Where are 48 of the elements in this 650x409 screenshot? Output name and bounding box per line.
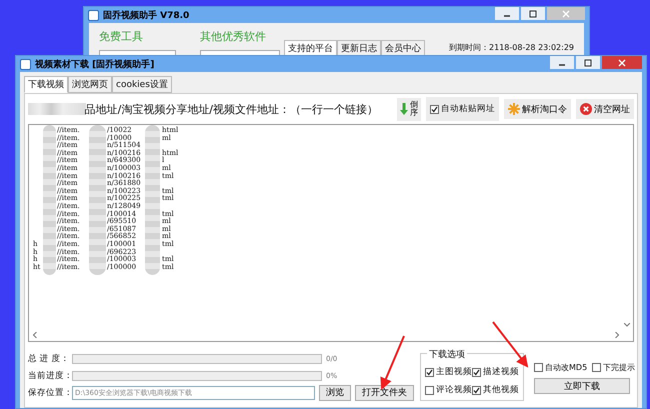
url-text-area[interactable] [28, 124, 634, 342]
section-heading: 免费工具 [99, 29, 144, 44]
reverse-button[interactable]: 倒序 [397, 98, 421, 120]
checkmark-icon [473, 386, 480, 394]
checkmark-icon [431, 106, 438, 112]
option-checkbox[interactable]: 下完提示 [592, 362, 636, 373]
maximize-button[interactable] [576, 56, 600, 69]
open-folder-button[interactable]: 打开文件夹 [355, 384, 414, 400]
sun-icon [508, 103, 520, 115]
tab[interactable]: cookies设置 [112, 76, 172, 93]
maximize-icon [529, 10, 537, 18]
blurred-text [28, 103, 86, 115]
tab[interactable]: 浏览网页 [68, 76, 112, 93]
window-title: 固乔视频助手 V78.0 [103, 9, 190, 22]
progress-label: 总 进 度： [28, 352, 68, 364]
save-label: 保存位置： [28, 386, 68, 398]
close-icon [618, 58, 626, 66]
window-title: 视频素材下载 [固乔视频助手] [35, 58, 154, 70]
scroll-down-icon [624, 323, 630, 327]
option-checkbox[interactable]: 描述视频 [472, 366, 519, 378]
annotation-arrow [492, 321, 528, 368]
close-icon [562, 10, 570, 18]
instruction-text: 品地址/淘宝视频分享地址/视频文件地址：（一行一个链接） [84, 102, 378, 116]
section-heading: 其他优秀软件 [200, 29, 267, 44]
option-checkbox[interactable]: 主图视频 [425, 366, 472, 378]
app-icon [88, 10, 99, 20]
checkmark-icon [473, 368, 480, 376]
maximize-icon [584, 58, 592, 66]
download-button[interactable]: 立即下载 [534, 378, 630, 394]
browse-button[interactable]: 浏览 [319, 384, 351, 400]
expiry-time: 到期时间：2118-08-28 23:02:29 [449, 42, 574, 53]
close-icon [580, 103, 592, 115]
checkmark-icon [426, 368, 433, 376]
scroll-left-icon [33, 332, 37, 338]
maximize-button[interactable] [521, 7, 545, 20]
parse-button[interactable]: 解析淘口令 [504, 99, 571, 119]
scroll-right-icon [615, 332, 619, 338]
down-arrow-icon [400, 103, 408, 115]
tab[interactable]: 下载视频 [24, 76, 68, 93]
app-icon [20, 58, 31, 70]
option-checkbox[interactable]: 其他视频 [472, 384, 519, 396]
group-title: 下载选项 [427, 348, 467, 361]
auto-paste-checkbox[interactable]: 自动粘贴网址 [426, 97, 499, 121]
option-checkbox[interactable]: 自动改MD5 [534, 362, 588, 373]
progress-label: 当前进度： [28, 370, 68, 382]
close-button[interactable] [602, 56, 642, 69]
clear-button[interactable]: 清空网址 [576, 99, 634, 119]
option-checkbox[interactable]: 评论视频 [425, 384, 472, 396]
